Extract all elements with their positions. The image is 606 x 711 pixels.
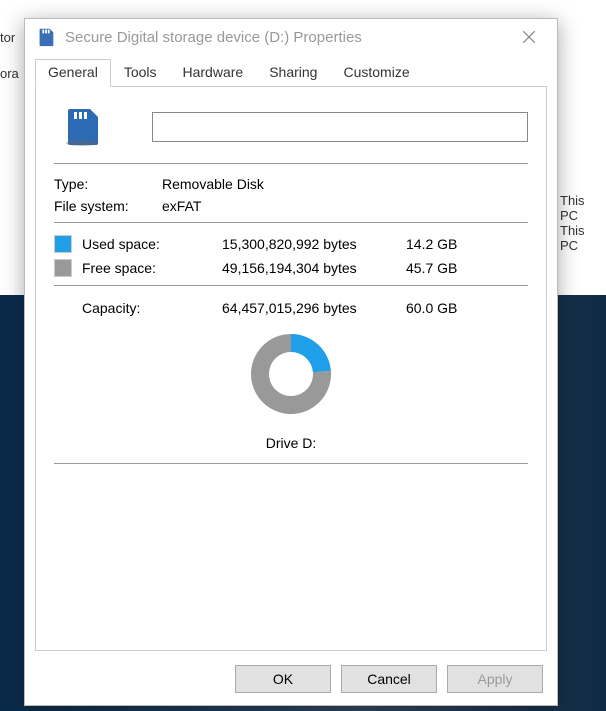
- used-space-bytes: 15,300,820,992 bytes: [222, 236, 406, 252]
- apply-button[interactable]: Apply: [447, 665, 543, 693]
- capacity-bytes: 64,457,015,296 bytes: [222, 300, 406, 316]
- tab-tools[interactable]: Tools: [111, 59, 170, 86]
- drive-label: Drive D:: [54, 435, 528, 451]
- sd-card-icon: [35, 26, 57, 48]
- bg-this-pc-1: This PC: [560, 193, 606, 223]
- used-swatch: [54, 235, 72, 253]
- free-space-bytes: 49,156,194,304 bytes: [222, 260, 406, 276]
- separator-1: [54, 163, 528, 164]
- usage-chart: [54, 326, 528, 425]
- tab-general[interactable]: General: [35, 59, 111, 87]
- tab-customize[interactable]: Customize: [330, 59, 422, 86]
- cancel-button[interactable]: Cancel: [341, 665, 437, 693]
- capacity-gb: 60.0 GB: [406, 300, 457, 316]
- window-title: Secure Digital storage device (D:) Prope…: [65, 29, 511, 46]
- bg-left-text-1: tor: [0, 30, 15, 45]
- used-space-label: Used space:: [82, 236, 222, 252]
- tab-content-general: Type: Removable Disk File system: exFAT …: [35, 87, 547, 651]
- properties-dialog: Secure Digital storage device (D:) Prope…: [24, 18, 558, 706]
- used-space-gb: 14.2 GB: [406, 236, 457, 252]
- separator-2: [54, 222, 528, 223]
- tab-sharing[interactable]: Sharing: [256, 59, 330, 86]
- filesystem-label: File system:: [54, 198, 162, 214]
- bg-this-pc-2: This PC: [560, 223, 606, 253]
- tab-strip: General Tools Hardware Sharing Customize: [35, 59, 547, 87]
- dialog-buttons: OK Cancel Apply: [235, 665, 543, 693]
- tab-hardware[interactable]: Hardware: [170, 59, 257, 86]
- free-swatch: [54, 259, 72, 277]
- type-label: Type:: [54, 176, 162, 192]
- free-space-label: Free space:: [82, 260, 222, 276]
- free-space-gb: 45.7 GB: [406, 260, 457, 276]
- capacity-label: Capacity:: [82, 300, 222, 316]
- drive-name-input[interactable]: [152, 112, 528, 142]
- drive-icon: [60, 105, 104, 149]
- close-icon: [523, 31, 535, 43]
- ok-button[interactable]: OK: [235, 665, 331, 693]
- titlebar: Secure Digital storage device (D:) Prope…: [25, 19, 557, 55]
- separator-4: [54, 463, 528, 464]
- close-button[interactable]: [511, 23, 547, 51]
- filesystem-value: exFAT: [162, 198, 201, 214]
- type-value: Removable Disk: [162, 176, 264, 192]
- separator-3: [54, 285, 528, 286]
- bg-left-text-2: ora: [0, 66, 19, 81]
